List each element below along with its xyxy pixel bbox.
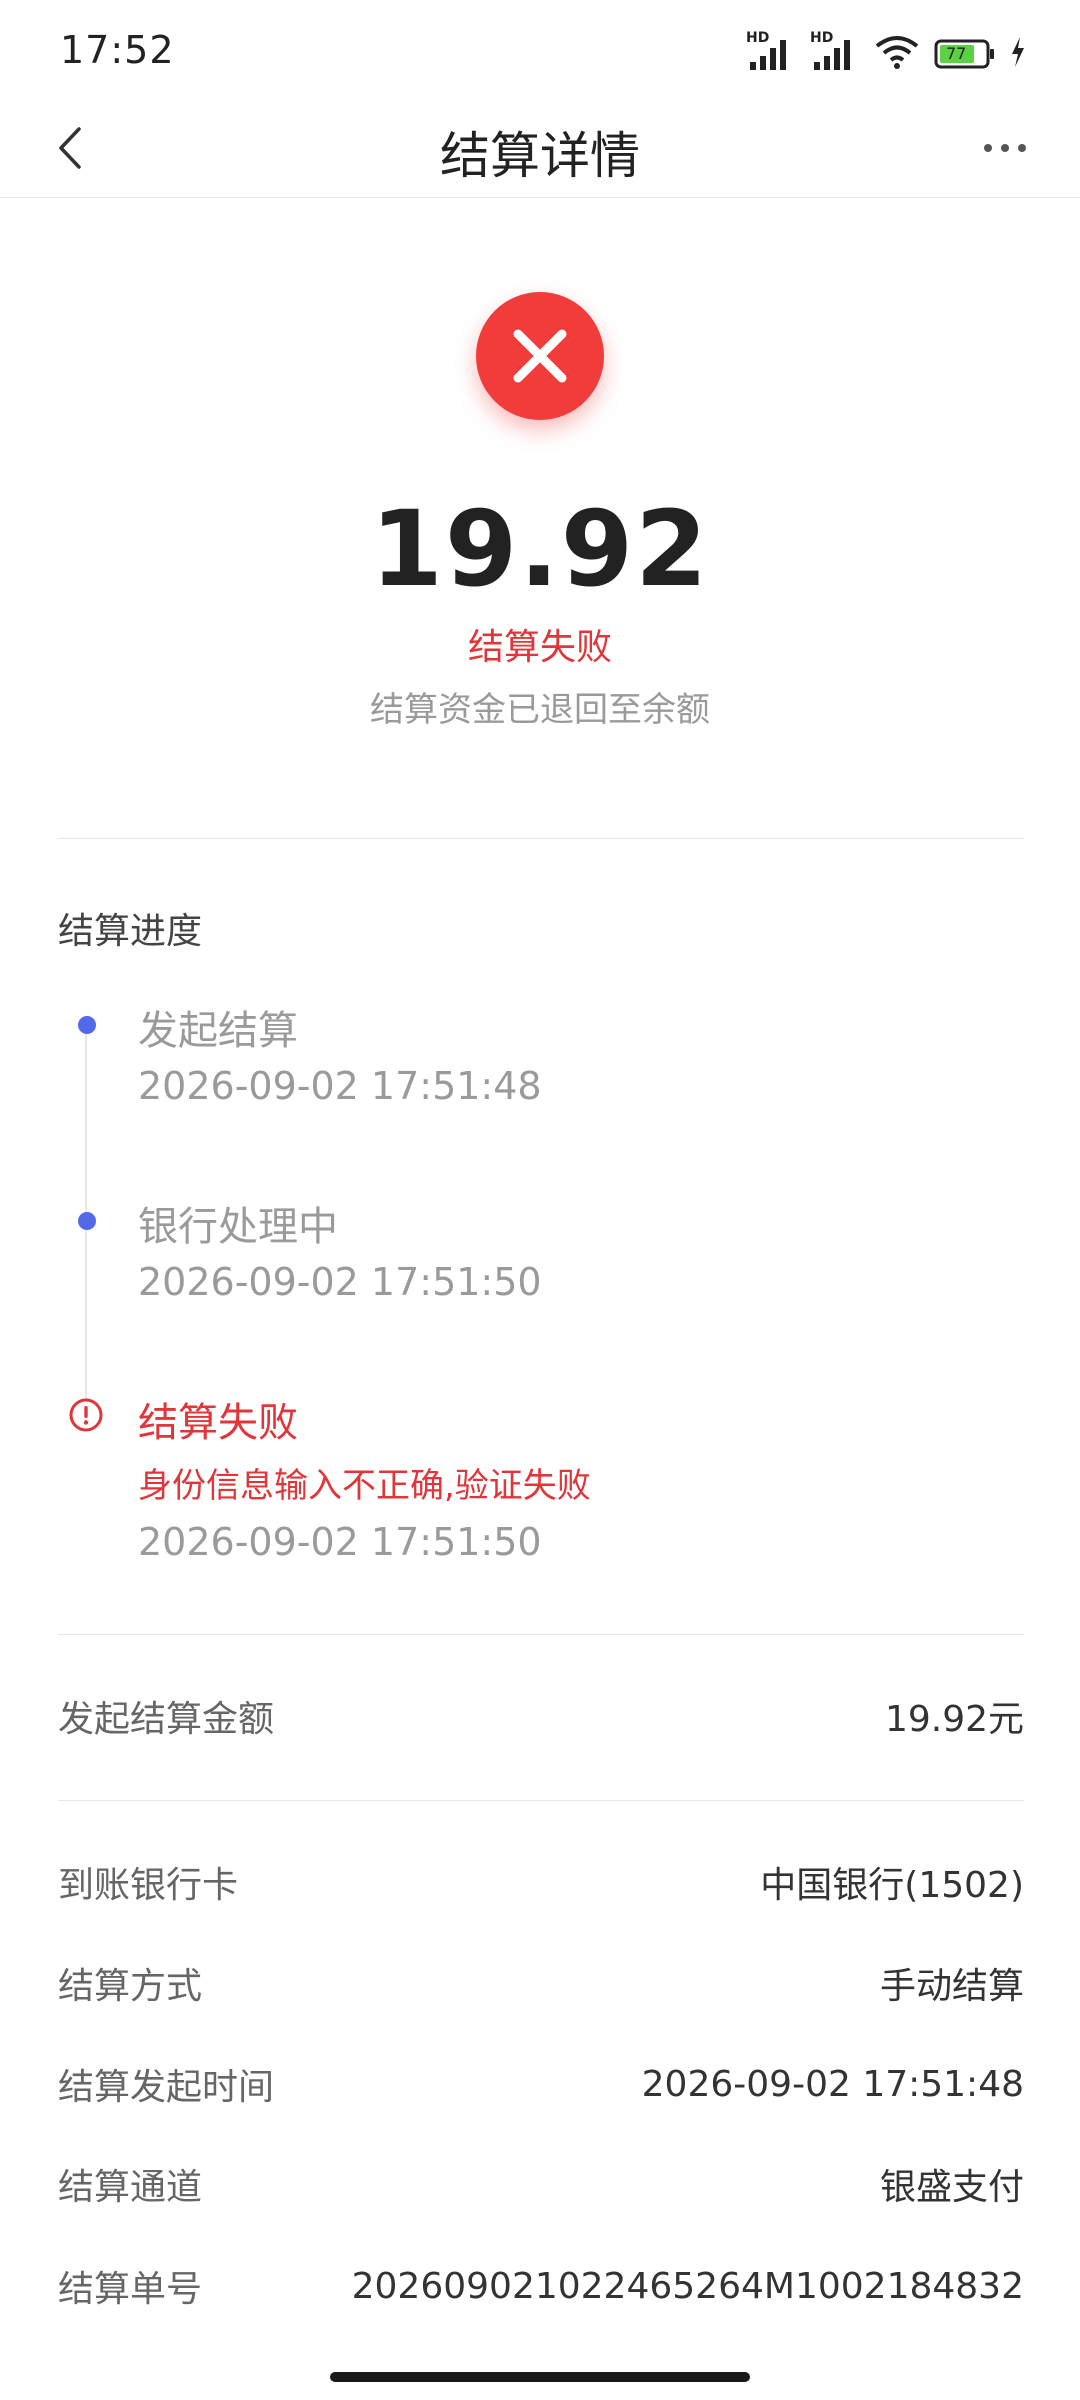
detail-row-channel: 结算通道 银盛支付	[58, 2154, 1024, 2214]
row-value: 2026-09-02 17:51:48	[641, 2063, 1024, 2105]
row-value: 银盛支付	[879, 2167, 1024, 2208]
status-time: 17:52	[60, 28, 175, 72]
battery-icon: 77	[934, 38, 996, 70]
detail-row-start-time: 结算发起时间 2026-09-02 17:51:48	[58, 2054, 1024, 2114]
settlement-amount: 19.92	[370, 488, 710, 610]
progress-section-title: 结算进度	[58, 911, 203, 952]
timeline-step-title: 银行处理中	[138, 1204, 338, 1250]
divider	[58, 1634, 1024, 1635]
status-bar: 17:52 HD HD 77	[0, 0, 1080, 100]
settlement-status-note: 结算资金已退回至余额	[370, 690, 710, 730]
detail-row-bank-card: 到账银行卡 中国银行(1502)	[58, 1852, 1024, 1912]
timeline-step-time: 2026-09-02 17:51:50	[138, 1260, 542, 1304]
row-label: 结算发起时间	[58, 2067, 275, 2108]
timeline-step-time: 2026-09-02 17:51:50	[138, 1520, 542, 1564]
row-value: 中国银行(1502)	[760, 1865, 1024, 1906]
signal-hd-label: HD	[810, 30, 834, 46]
row-label: 结算通道	[58, 2167, 203, 2208]
divider	[58, 838, 1024, 839]
row-value: 19.92元	[884, 1699, 1024, 1740]
page-title: 结算详情	[440, 127, 640, 185]
settlement-status: 结算失败	[467, 627, 612, 668]
more-button[interactable]	[970, 118, 1040, 178]
row-label: 结算单号	[58, 2269, 203, 2310]
timeline-dot	[78, 1212, 96, 1230]
wifi-icon	[874, 34, 920, 74]
failure-status-icon	[476, 292, 604, 420]
row-value: 手动结算	[879, 1966, 1024, 2007]
row-value: 202609021022465264M1002184832	[351, 2265, 1024, 2307]
more-dots-icon	[984, 144, 1026, 152]
battery-level: 77	[946, 44, 967, 63]
detail-row-method: 结算方式 手动结算	[58, 1953, 1024, 2013]
alert-circle-icon	[68, 1397, 104, 1433]
timeline-step-title: 结算失败	[138, 1400, 298, 1446]
signal-icon: HD	[746, 30, 796, 74]
settlement-amount-row: 发起结算金额 19.92元	[58, 1686, 1024, 1746]
divider	[58, 1800, 1024, 1801]
timeline-step-title: 发起结算	[138, 1008, 298, 1054]
signal-hd-label: HD	[746, 30, 770, 46]
timeline-dot	[78, 1016, 96, 1034]
close-icon	[513, 329, 567, 383]
row-label: 发起结算金额	[58, 1699, 275, 1740]
home-indicator[interactable]	[330, 2372, 750, 2382]
row-label: 到账银行卡	[58, 1865, 239, 1906]
failure-reason: 身份信息输入不正确,验证失败	[138, 1466, 591, 1506]
signal-icon: HD	[810, 30, 860, 74]
status-icons: HD HD 77	[746, 30, 1026, 78]
nav-bar: 结算详情	[0, 100, 1080, 198]
detail-row-order-number: 结算单号 202609021022465264M1002184832	[58, 2256, 1024, 2316]
charging-icon	[1010, 37, 1026, 71]
row-label: 结算方式	[58, 1966, 203, 2007]
timeline-step-time: 2026-09-02 17:51:48	[138, 1064, 542, 1108]
